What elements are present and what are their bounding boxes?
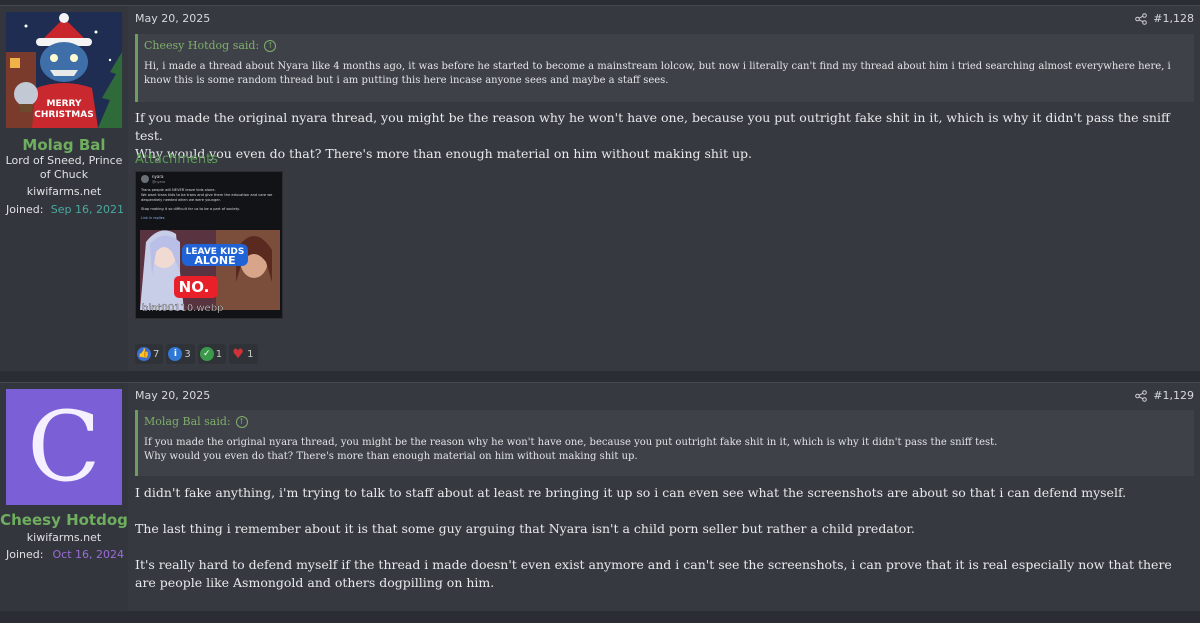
reactions-bar: 👍 7 i 3 ✓ 1 ♥ 1 xyxy=(135,344,258,364)
share-icon[interactable] xyxy=(1135,12,1148,25)
reaction-count: 7 xyxy=(153,348,160,360)
post-meta: #1,129 xyxy=(1135,389,1194,402)
reaction-informative[interactable]: i 3 xyxy=(166,344,195,364)
tweet-line: Stop making it so difficult for us to be… xyxy=(141,207,240,211)
quote-block: Cheesy Hotdog said: ↑ Hi, i made a threa… xyxy=(135,34,1194,102)
username[interactable]: Cheesy Hotdog xyxy=(0,511,128,529)
message-body: I didn't fake anything, i'm trying to ta… xyxy=(135,484,1194,592)
post-header: May 20, 2025 #1,129 xyxy=(135,389,1194,407)
user-banner: kiwifarms.net xyxy=(26,531,102,544)
quote-block: Molag Bal said: ↑ If you made the origin… xyxy=(135,410,1194,476)
post-1128: MERRY CHRISTMAS Molag Bal Lord of Sneed,… xyxy=(0,5,1200,371)
tweet-line: We want trans kids to be trans and give … xyxy=(141,193,273,197)
avatar-letter: C xyxy=(27,391,101,503)
message-body: If you made the original nyara thread, y… xyxy=(135,109,1194,163)
joined-date: Sep 16, 2021 xyxy=(50,203,124,216)
attachment-image: nyara @nyara Trans people will NEVER lea… xyxy=(136,172,282,318)
user-column: C Cheesy Hotdog kiwifarms.net Joined: Oc… xyxy=(0,383,128,611)
reaction-thumbs-up[interactable]: 👍 7 xyxy=(135,344,164,364)
avatar-image: MERRY CHRISTMAS xyxy=(6,12,122,128)
post-content: May 20, 2025 #1,128 Cheesy Hotdog said: … xyxy=(135,6,1194,372)
heart-icon: ♥ xyxy=(232,346,244,362)
user-column: MERRY CHRISTMAS Molag Bal Lord of Sneed,… xyxy=(0,6,128,371)
reaction-agree[interactable]: ✓ 1 xyxy=(197,344,227,364)
post-number[interactable]: #1,129 xyxy=(1153,389,1194,402)
quote-line: know this is some random thread but i am… xyxy=(144,75,669,86)
attachment-filename: bint00110.webp xyxy=(142,303,223,314)
quote-author[interactable]: Molag Bal said: xyxy=(144,415,231,428)
tweet-name: nyara xyxy=(152,174,164,179)
attachment-thumbnail[interactable]: nyara @nyara Trans people will NEVER lea… xyxy=(135,171,283,319)
message-paragraph: The last thing i remember about it is th… xyxy=(135,521,915,536)
no-label: NO. xyxy=(179,278,210,296)
quote-text: Hi, i made a thread about Nyara like 4 m… xyxy=(138,52,1194,94)
quote-author[interactable]: Cheesy Hotdog said: xyxy=(144,39,259,52)
user-banner: kiwifarms.net xyxy=(26,185,102,198)
arrow-up-icon[interactable]: ↑ xyxy=(264,39,277,52)
avatar[interactable]: C xyxy=(6,389,122,505)
svg-text:MERRY: MERRY xyxy=(47,99,82,109)
reaction-love[interactable]: ♥ 1 xyxy=(229,344,258,364)
reaction-count: 3 xyxy=(184,348,191,360)
post-header: May 20, 2025 #1,128 xyxy=(135,12,1194,30)
info-icon: i xyxy=(168,347,183,361)
quote-header: Molag Bal said: ↑ xyxy=(138,410,1194,428)
banner-line: ALONE xyxy=(194,254,235,267)
thumbs-up-icon: 👍 xyxy=(137,347,151,361)
tweet-line: desperately needed when we were younger. xyxy=(141,198,221,202)
message-line: If you made the original nyara thread, y… xyxy=(135,110,1170,143)
post-date[interactable]: May 20, 2025 xyxy=(135,389,210,402)
tweet-handle: @nyara xyxy=(152,180,165,184)
avatar[interactable]: MERRY CHRISTMAS xyxy=(6,12,122,128)
post-date[interactable]: May 20, 2025 xyxy=(135,12,210,25)
reaction-count: 1 xyxy=(247,348,254,360)
joined-label: Joined: xyxy=(6,548,44,561)
message-paragraph: I didn't fake anything, i'm trying to ta… xyxy=(135,485,1127,500)
attachments-heading: Attachments xyxy=(135,152,218,167)
post-1129: C Cheesy Hotdog kiwifarms.net Joined: Oc… xyxy=(0,382,1200,611)
joined-label: Joined: xyxy=(6,203,44,216)
post-number[interactable]: #1,128 xyxy=(1153,12,1194,25)
quote-line: Hi, i made a thread about Nyara like 4 m… xyxy=(144,61,1171,72)
message-paragraph: It's really hard to defend myself if the… xyxy=(135,557,1172,590)
username[interactable]: Molag Bal xyxy=(0,136,128,154)
tweet-line: Trans people will NEVER leave kids alone… xyxy=(140,188,216,192)
quote-line: If you made the original nyara thread, y… xyxy=(144,437,998,448)
post-content: May 20, 2025 #1,129 Molag Bal said: ↑ If… xyxy=(135,383,1194,612)
post-meta: #1,128 xyxy=(1135,12,1194,25)
joined-row: Joined: Oct 16, 2024 xyxy=(6,548,124,561)
message-line: Why would you even do that? There's more… xyxy=(135,146,752,161)
quote-line: Why would you even do that? There's more… xyxy=(144,451,638,462)
user-title: Lord of Sneed, Prince of Chuck xyxy=(5,154,123,181)
quote-text: If you made the original nyara thread, y… xyxy=(138,428,1194,470)
quote-header: Cheesy Hotdog said: ↑ xyxy=(138,34,1194,52)
joined-date: Oct 16, 2024 xyxy=(52,548,125,561)
arrow-up-icon[interactable]: ↑ xyxy=(235,415,248,428)
share-icon[interactable] xyxy=(1135,389,1148,402)
joined-row: Joined: Sep 16, 2021 xyxy=(6,203,124,216)
svg-text:CHRISTMAS: CHRISTMAS xyxy=(34,110,93,120)
tweet-line: Link in replies xyxy=(141,216,165,220)
reaction-count: 1 xyxy=(215,348,223,360)
checkmark-icon: ✓ xyxy=(199,347,214,361)
